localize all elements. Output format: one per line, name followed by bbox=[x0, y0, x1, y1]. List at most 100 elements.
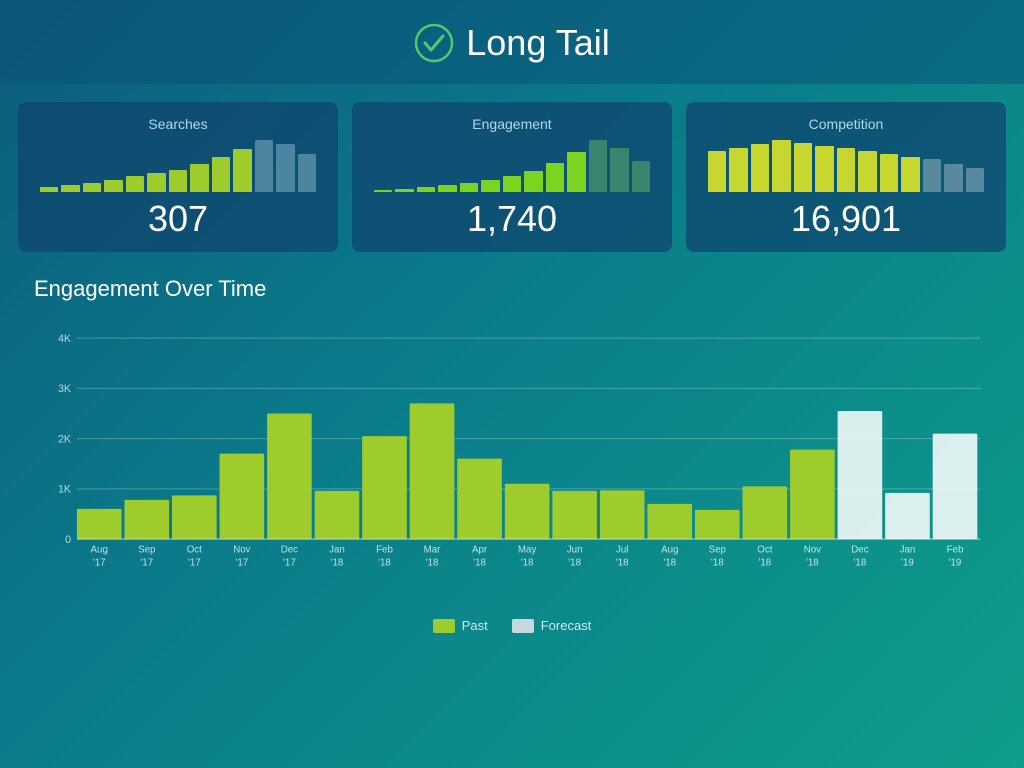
svg-text:Nov: Nov bbox=[804, 545, 821, 556]
svg-text:2K: 2K bbox=[58, 433, 72, 445]
svg-text:'17: '17 bbox=[236, 557, 249, 568]
metric-cards-row: Searches 307 Engagement 1,740 Competition 16,… bbox=[18, 102, 1006, 252]
mini-bar bbox=[589, 140, 607, 192]
svg-text:'17: '17 bbox=[283, 557, 296, 568]
svg-text:3K: 3K bbox=[58, 383, 72, 395]
mini-bars-competition bbox=[702, 140, 990, 192]
svg-text:Feb: Feb bbox=[947, 545, 964, 556]
past-swatch bbox=[433, 619, 455, 633]
mini-bar bbox=[546, 163, 564, 192]
mini-bar bbox=[944, 164, 962, 192]
mini-bar bbox=[751, 144, 769, 192]
mini-bar bbox=[966, 168, 984, 192]
mini-bar bbox=[858, 151, 876, 192]
mini-bar bbox=[729, 148, 747, 192]
svg-text:4K: 4K bbox=[58, 333, 72, 345]
mini-bar bbox=[794, 143, 812, 192]
svg-text:Sep: Sep bbox=[709, 545, 727, 556]
mini-bar bbox=[880, 154, 898, 192]
metric-card-engagement: Engagement 1,740 bbox=[352, 102, 672, 252]
mini-bar bbox=[708, 151, 726, 192]
past-label: Past bbox=[462, 618, 488, 633]
svg-text:Apr: Apr bbox=[472, 545, 488, 556]
mini-bar bbox=[298, 154, 316, 192]
mini-bar bbox=[481, 180, 499, 192]
chart-area: 01K2K3K4KAug'17Sep'17Oct'17Nov'17Dec'17J… bbox=[34, 312, 990, 612]
mini-bar bbox=[503, 176, 521, 192]
svg-text:Feb: Feb bbox=[376, 545, 393, 556]
mini-bar bbox=[190, 164, 208, 192]
chart-section: Engagement Over Time 01K2K3K4KAug'17Sep'… bbox=[18, 266, 1006, 633]
metric-value-competition: 16,901 bbox=[702, 198, 990, 240]
svg-text:'17: '17 bbox=[140, 557, 153, 568]
mini-bar bbox=[276, 144, 294, 192]
metric-label-competition: Competition bbox=[702, 116, 990, 132]
forecast-swatch bbox=[512, 619, 534, 633]
svg-text:Oct: Oct bbox=[757, 545, 772, 556]
svg-text:'17: '17 bbox=[188, 557, 201, 568]
svg-text:'17: '17 bbox=[93, 557, 106, 568]
metric-value-engagement: 1,740 bbox=[368, 198, 656, 240]
mini-bar bbox=[923, 159, 941, 192]
chart-legend: Past Forecast bbox=[34, 618, 990, 633]
mini-bar bbox=[837, 148, 855, 192]
mini-bar bbox=[815, 146, 833, 192]
metric-label-searches: Searches bbox=[34, 116, 322, 132]
metric-label-engagement: Engagement bbox=[368, 116, 656, 132]
svg-text:Jan: Jan bbox=[900, 545, 916, 556]
svg-text:'18: '18 bbox=[758, 557, 771, 568]
mini-bar bbox=[126, 176, 144, 192]
engagement-chart: 01K2K3K4KAug'17Sep'17Oct'17Nov'17Dec'17J… bbox=[34, 312, 990, 612]
metric-value-searches: 307 bbox=[34, 198, 322, 240]
svg-text:Oct: Oct bbox=[187, 545, 202, 556]
mini-bar bbox=[104, 180, 122, 192]
mini-bar bbox=[147, 173, 165, 192]
svg-text:'18: '18 bbox=[426, 557, 439, 568]
app-header: Long Tail bbox=[0, 0, 1024, 84]
check-circle-icon bbox=[414, 23, 454, 63]
svg-text:Aug: Aug bbox=[91, 545, 108, 556]
mini-bar bbox=[61, 185, 79, 192]
mini-bar bbox=[524, 171, 542, 192]
svg-text:Dec: Dec bbox=[281, 545, 298, 556]
chart-title: Engagement Over Time bbox=[34, 276, 990, 302]
svg-text:'18: '18 bbox=[521, 557, 534, 568]
svg-text:Dec: Dec bbox=[851, 545, 868, 556]
metric-card-searches: Searches 307 bbox=[18, 102, 338, 252]
svg-text:'18: '18 bbox=[473, 557, 486, 568]
svg-text:Jul: Jul bbox=[616, 545, 628, 556]
mini-bar bbox=[417, 187, 435, 192]
svg-text:Mar: Mar bbox=[424, 545, 442, 556]
mini-bar bbox=[83, 183, 101, 192]
svg-text:Sep: Sep bbox=[138, 545, 156, 556]
mini-bar bbox=[567, 152, 585, 192]
mini-bar bbox=[438, 185, 456, 192]
mini-bar bbox=[632, 161, 650, 192]
mini-bar bbox=[610, 148, 628, 192]
legend-forecast: Forecast bbox=[512, 618, 592, 633]
mini-bar bbox=[169, 170, 187, 192]
svg-text:Aug: Aug bbox=[661, 545, 678, 556]
svg-text:0: 0 bbox=[65, 534, 71, 546]
mini-bar bbox=[212, 157, 230, 192]
mini-bar bbox=[233, 149, 251, 192]
mini-bars-searches bbox=[34, 140, 322, 192]
metric-card-competition: Competition 16,901 bbox=[686, 102, 1006, 252]
svg-text:May: May bbox=[518, 545, 537, 556]
svg-text:'18: '18 bbox=[616, 557, 629, 568]
svg-text:'19: '19 bbox=[949, 557, 962, 568]
mini-bar bbox=[40, 187, 58, 192]
svg-text:Jun: Jun bbox=[567, 545, 583, 556]
svg-text:Jan: Jan bbox=[329, 545, 345, 556]
svg-text:'18: '18 bbox=[378, 557, 391, 568]
mini-bar bbox=[374, 190, 392, 192]
mini-bar bbox=[460, 183, 478, 192]
svg-text:'18: '18 bbox=[806, 557, 819, 568]
mini-bar bbox=[901, 157, 919, 192]
svg-text:Nov: Nov bbox=[233, 545, 250, 556]
svg-text:1K: 1K bbox=[58, 484, 72, 496]
page-title: Long Tail bbox=[414, 22, 609, 64]
legend-past: Past bbox=[433, 618, 488, 633]
svg-text:'18: '18 bbox=[663, 557, 676, 568]
svg-text:'18: '18 bbox=[711, 557, 724, 568]
